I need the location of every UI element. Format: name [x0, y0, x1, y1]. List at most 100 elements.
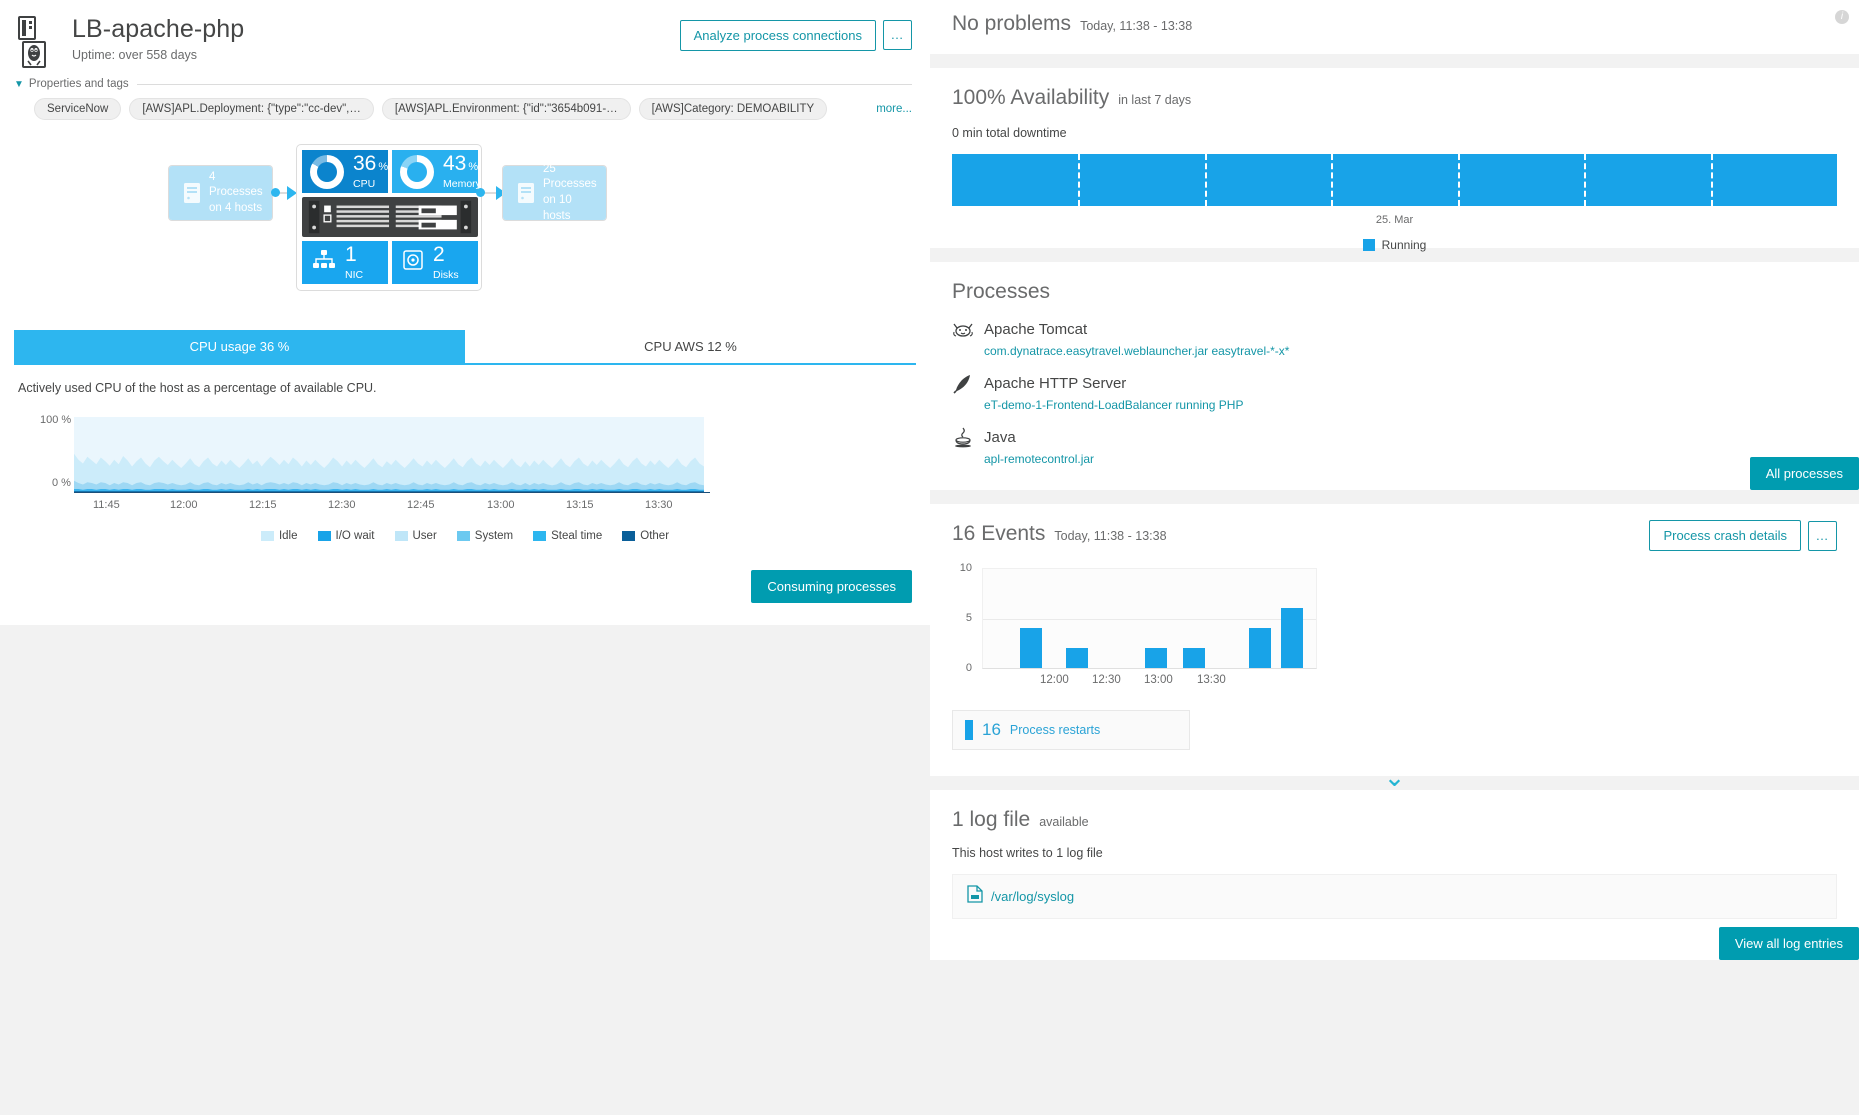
- info-icon[interactable]: i: [1835, 10, 1849, 24]
- tag-chip[interactable]: [AWS]Category: DEMOABILITY: [638, 98, 828, 120]
- processes-panel: Processes Apache Tomcat com.dynatrace.ea…: [930, 262, 1859, 490]
- tag-chip[interactable]: [AWS]APL.Environment: {"id":"3654b091-…: [381, 98, 631, 120]
- legend-item[interactable]: Steal time: [533, 530, 602, 542]
- nic-metric-text: 1 NIC: [345, 244, 363, 281]
- header-more-button[interactable]: …: [883, 20, 912, 50]
- availability-title-row: 100% Availability in last 7 days: [952, 86, 1837, 110]
- log-file-row[interactable]: /var/log/syslog: [952, 874, 1837, 919]
- availability-axis-label: 25. Mar: [1375, 214, 1414, 226]
- events-panel: 16 Events Today, 11:38 - 13:38 Process c…: [930, 504, 1859, 790]
- cpu-xtick: 13:30: [645, 499, 673, 511]
- network-icon: [312, 249, 336, 276]
- view-all-log-entries-button[interactable]: View all log entries: [1718, 927, 1859, 960]
- tab-cpu-usage[interactable]: CPU usage 36 %: [14, 330, 465, 365]
- process-detail-link[interactable]: apl-remotecontrol.jar: [984, 452, 1837, 466]
- legend-swatch-icon: [622, 531, 636, 541]
- process-list-item: Java apl-remotecontrol.jar: [952, 426, 1837, 466]
- nic-label: NIC: [345, 269, 364, 281]
- process-name: Apache Tomcat: [984, 320, 1088, 338]
- events-title: 16 Events: [952, 522, 1046, 545]
- events-bar[interactable]: [1019, 628, 1042, 668]
- connector-dot-right: [476, 188, 485, 197]
- events-bar[interactable]: [1249, 628, 1272, 668]
- properties-and-tags-label: Properties and tags: [28, 78, 129, 90]
- host-header: LB-apache-php Uptime: over 558 days Anal…: [0, 0, 930, 68]
- events-timerange: Today, 11:38 - 13:38: [1054, 529, 1167, 543]
- tag-chip[interactable]: [AWS]APL.Deployment: {"type":"cc-dev",…: [129, 98, 374, 120]
- process-detail-link[interactable]: eT-demo-1-Frontend-LoadBalancer running …: [984, 398, 1837, 412]
- events-xtick: 12:00: [1040, 674, 1069, 686]
- cpu-label: CPU: [353, 178, 376, 190]
- nic-metric-tile[interactable]: 1 NIC: [302, 241, 388, 284]
- process-crash-details-button[interactable]: Process crash details: [1649, 520, 1801, 551]
- cpu-xtick: 11:45: [93, 499, 120, 511]
- availability-divider: [1331, 154, 1334, 206]
- expand-events-chevron-down-icon[interactable]: ⌄: [952, 764, 1837, 790]
- tomcat-icon: [952, 318, 974, 340]
- disk-icon: [402, 249, 424, 276]
- tab-cpu-aws[interactable]: CPU AWS 12 %: [465, 330, 916, 365]
- events-xtick: 13:30: [1197, 674, 1226, 686]
- events-bar[interactable]: [1066, 648, 1089, 668]
- availability-divider: [1584, 154, 1587, 206]
- cpu-metric-tile[interactable]: 36% CPU: [302, 150, 388, 193]
- outgoing-processes-node[interactable]: 25 Processes on 10 hosts: [502, 163, 607, 222]
- cpu-xtick: 13:15: [566, 499, 594, 511]
- legend-swatch-icon: [456, 531, 470, 541]
- events-bar[interactable]: [1182, 648, 1205, 668]
- disks-metric-tile[interactable]: 2 Disks: [392, 241, 478, 284]
- outgoing-processes-inner: 25 Processes on 10 hosts: [503, 163, 606, 222]
- legend-swatch-icon: [1362, 239, 1375, 251]
- legend-item[interactable]: Idle: [260, 530, 298, 542]
- tags-more-link[interactable]: more...: [876, 103, 912, 115]
- availability-bar[interactable]: [952, 154, 1837, 206]
- log-file-path[interactable]: /var/log/syslog: [991, 889, 1074, 904]
- view-logs-wrap: View all log entries: [1718, 927, 1859, 960]
- events-bar[interactable]: [1281, 608, 1304, 668]
- events-bars-group: [983, 568, 1316, 668]
- divider: [136, 83, 912, 85]
- cpu-tabs: CPU usage 36 % CPU AWS 12 %: [0, 330, 930, 365]
- server-icon: [517, 182, 535, 204]
- cpu-value: 36%: [353, 152, 389, 175]
- process-detail-link[interactable]: com.dynatrace.easytravel.weblauncher.jar…: [984, 344, 1837, 358]
- log-file-icon: [967, 885, 983, 908]
- cpu-chart-legend: Idle I/O wait User System Steal time Oth…: [0, 530, 930, 542]
- events-bar-chart: 10 5 0 12:00 12:30 13:00 13:30: [952, 562, 1837, 688]
- legend-item[interactable]: Other: [622, 530, 669, 542]
- consuming-processes-button[interactable]: Consuming processes: [751, 570, 912, 603]
- analyze-process-connections-button[interactable]: Analyze process connections: [679, 20, 876, 51]
- tag-chip[interactable]: ServiceNow: [34, 98, 122, 120]
- events-bar[interactable]: [1144, 648, 1167, 668]
- apache-feather-icon: [952, 372, 974, 394]
- server-rack-icon: [302, 197, 478, 237]
- header-actions: Analyze process connections …: [679, 14, 912, 51]
- incoming-processes-label: 4 Processes on 4 hosts: [209, 170, 263, 214]
- legend-swatch-icon: [317, 531, 331, 541]
- availability-panel: 100% Availability in last 7 days 0 min t…: [930, 68, 1859, 252]
- problems-title: No problems: [952, 12, 1072, 35]
- legend-item[interactable]: System: [456, 530, 513, 542]
- host-uptime: Uptime: over 558 days: [72, 48, 198, 63]
- incoming-processes-node[interactable]: 4 Processes on 4 hosts: [168, 165, 273, 221]
- all-processes-button[interactable]: All processes: [1749, 457, 1859, 490]
- events-more-button[interactable]: …: [1808, 520, 1837, 551]
- restart-swatch-icon: [965, 720, 973, 740]
- legend-item[interactable]: User: [394, 530, 437, 542]
- problems-title-row: No problems Today, 11:38 - 13:38: [952, 12, 1837, 36]
- cpu-xtick: 13:00: [487, 499, 515, 511]
- process-restarts-summary[interactable]: 16 Process restarts: [952, 710, 1190, 750]
- cpu-usage-chart: 100 % 0 % 11:45 12:00 12:15 12:30 12:45 …: [0, 414, 930, 542]
- cpu-xtick: 12:45: [407, 499, 435, 511]
- disks-label: Disks: [433, 269, 459, 281]
- cpu-xtick: 12:00: [170, 499, 198, 511]
- legend-item[interactable]: I/O wait: [317, 530, 375, 542]
- process-list-item: Apache HTTP Server eT-demo-1-Frontend-Lo…: [952, 372, 1837, 412]
- availability-subtitle: in last 7 days: [1118, 93, 1192, 107]
- all-processes-wrap: All processes: [1749, 457, 1859, 490]
- memory-metric-tile[interactable]: 43% Memory: [392, 150, 481, 193]
- cpu-metric-text: 36% CPU: [353, 153, 388, 190]
- incoming-processes-inner: 4 Processes on 4 hosts: [169, 166, 272, 220]
- properties-and-tags-header[interactable]: ▼ Properties and tags: [0, 68, 930, 90]
- availability-divider: [1457, 154, 1460, 206]
